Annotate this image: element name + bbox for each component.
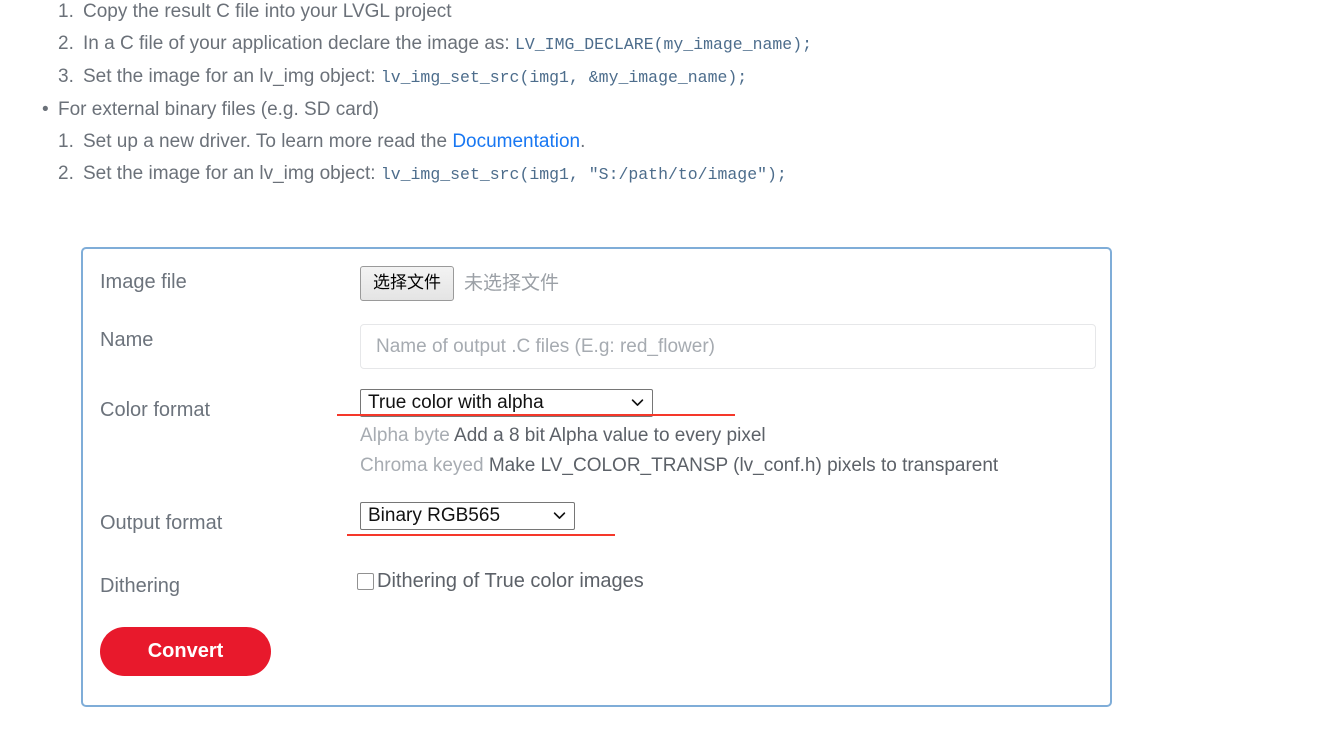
instruction-item-2: 2. In a C file of your application decla… [0,28,1150,61]
instruction-number: 1. [58,1,74,22]
color-format-select[interactable]: True colorTrue color with alphaTrue colo… [360,389,653,417]
instruction-item-3: 3. Set the image for an lv_img object: l… [0,61,1150,94]
output-format-select[interactable]: C arrayBinary RGB332Binary RGB565Binary … [360,502,575,530]
color-format-underline [337,414,735,416]
instruction-text: In a C file of your application declare … [83,33,510,54]
hint-value: Add a 8 bit Alpha value to every pixel [454,425,766,446]
bullet-icon: • [42,99,49,120]
hint-alpha-byte: Alpha byte Add a 8 bit Alpha value to ev… [360,425,766,447]
output-format-label: Output format [100,512,223,534]
instruction-item-4: 1. Set up a new driver. To learn more re… [0,126,1150,158]
output-format-underline [347,534,615,536]
name-label: Name [100,329,154,351]
file-status-text: 未选择文件 [464,272,560,294]
hint-key: Alpha byte [360,425,450,446]
instructions-block: 1. Copy the result C file into your LVGL… [0,0,1150,191]
instruction-code: lv_img_set_src(img1, &my_image_name); [380,68,748,87]
output-format-select-wrap[interactable]: C arrayBinary RGB332Binary RGB565Binary … [360,502,575,530]
convert-button[interactable]: Convert [100,627,271,676]
dithering-checkbox[interactable] [357,572,374,590]
instruction-number: 2. [58,33,74,54]
instruction-number: 2. [58,163,74,184]
hint-chroma-keyed: Chroma keyed Make LV_COLOR_TRANSP (lv_co… [360,455,998,477]
instruction-text: Set the image for an lv_img object: [83,66,376,87]
instruction-text: For external binary files (e.g. SD card) [58,99,380,120]
instruction-item-5: 2. Set the image for an lv_img object: l… [0,158,1150,191]
dithering-row[interactable]: Dithering of True color images [357,571,644,591]
dithering-label: Dithering [100,575,181,597]
instruction-bullet-item: • For external binary files (e.g. SD car… [0,94,1150,126]
image-converter-panel: Image file 选择文件 未选择文件 Name Color format … [81,247,1112,707]
choose-file-button[interactable]: 选择文件 [360,266,454,301]
hint-key: Chroma keyed [360,455,484,476]
instruction-text: Copy the result C file into your LVGL pr… [83,1,452,22]
instruction-text: Set the image for an lv_img object: [83,163,376,184]
name-input[interactable] [360,324,1096,369]
instruction-item-1: 1. Copy the result C file into your LVGL… [0,0,1150,28]
instruction-text: Set up a new driver. To learn more read … [83,131,448,152]
image-file-label: Image file [100,271,187,293]
instruction-code: LV_IMG_DECLARE(my_image_name); [514,35,813,54]
hint-value: Make LV_COLOR_TRANSP (lv_conf.h) pixels … [488,455,999,476]
documentation-link[interactable]: Documentation [452,131,580,152]
color-format-select-wrap[interactable]: True colorTrue color with alphaTrue colo… [360,389,653,417]
color-format-label: Color format [100,399,211,421]
file-input-row[interactable]: 选择文件 未选择文件 [360,266,559,301]
instruction-number: 1. [58,131,74,152]
instruction-number: 3. [58,66,74,87]
instruction-text-after: . [580,131,586,152]
dithering-checkbox-label: Dithering of True color images [377,570,644,592]
instruction-code: lv_img_set_src(img1, "S:/path/to/image")… [380,165,787,184]
